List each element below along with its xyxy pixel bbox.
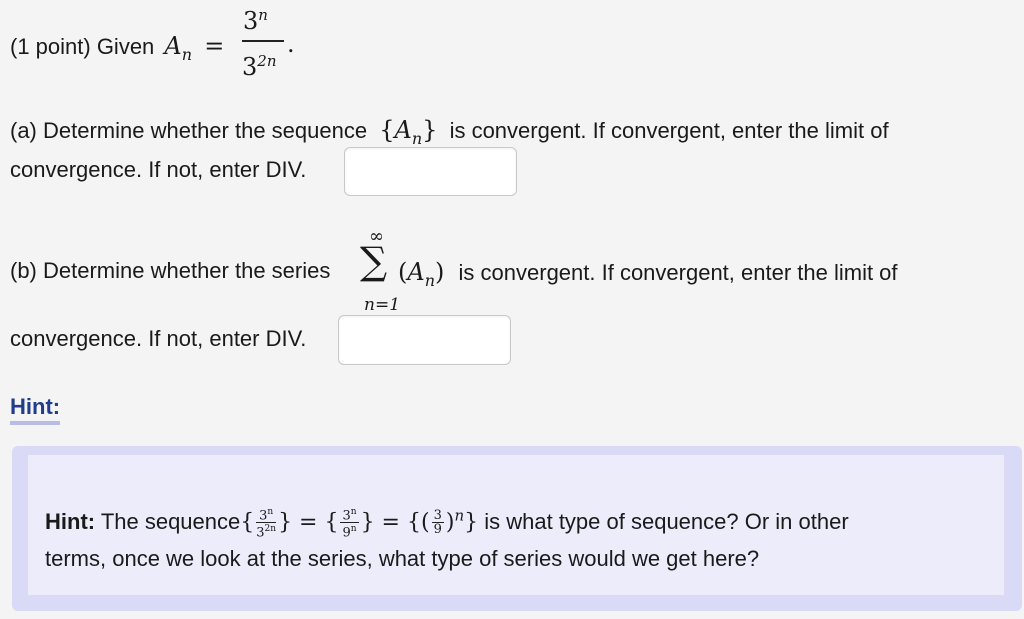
sequence-var: An [164,32,193,64]
points-label: (1 point) Given [10,34,155,59]
hint-text2: is what type of sequence? Or in other [484,508,849,534]
part-a-text-end: is convergent. If convergent, enter the … [449,118,889,143]
hint-math: {3n 32n} = {3n 9n} = {(3 9)n} [240,506,479,541]
hint-bold-label: Hint: [45,508,96,534]
fraction-bar [242,40,284,42]
hint-line2: terms, once we look at the series, what … [45,546,760,571]
part-b-text-start: (b) Determine whether the series [10,258,331,283]
part-b-line1-end: (An) is convergent. If convergent, enter… [398,258,898,290]
part-b-line2: convergence. If not, enter DIV. [10,326,307,351]
part-a-sequence-math: {An} [379,116,438,148]
fraction-numerator: 3n [243,6,268,35]
equals-sign: = [204,32,225,60]
part-a-line2: convergence. If not, enter DIV. [10,157,307,182]
sigma-symbol: ∑ [360,239,388,283]
hint-text1: The sequence [100,508,241,534]
part-b-term-math: (An) [398,258,445,290]
part-a-text-start: (a) Determine whether the sequence [10,118,368,143]
header-period: . [287,30,295,58]
fraction-denominator: 32n [242,52,277,81]
part-a-line1: (a) Determine whether the sequence {An} … [10,116,889,148]
hint-toggle-link[interactable]: Hint: [10,394,61,425]
sum-lower-limit: n=1 [364,295,401,315]
part-b-answer-input[interactable] [338,315,511,365]
hint-line1: Hint: The sequence{3n 32n} = {3n 9n} = {(3… [45,506,849,540]
part-a-answer-input[interactable] [344,147,517,196]
part-b-text-end: is convergent. If convergent, enter the … [458,260,898,285]
question-header: (1 point) Given An = [10,32,224,64]
part-b-line1: (b) Determine whether the series [10,258,330,284]
